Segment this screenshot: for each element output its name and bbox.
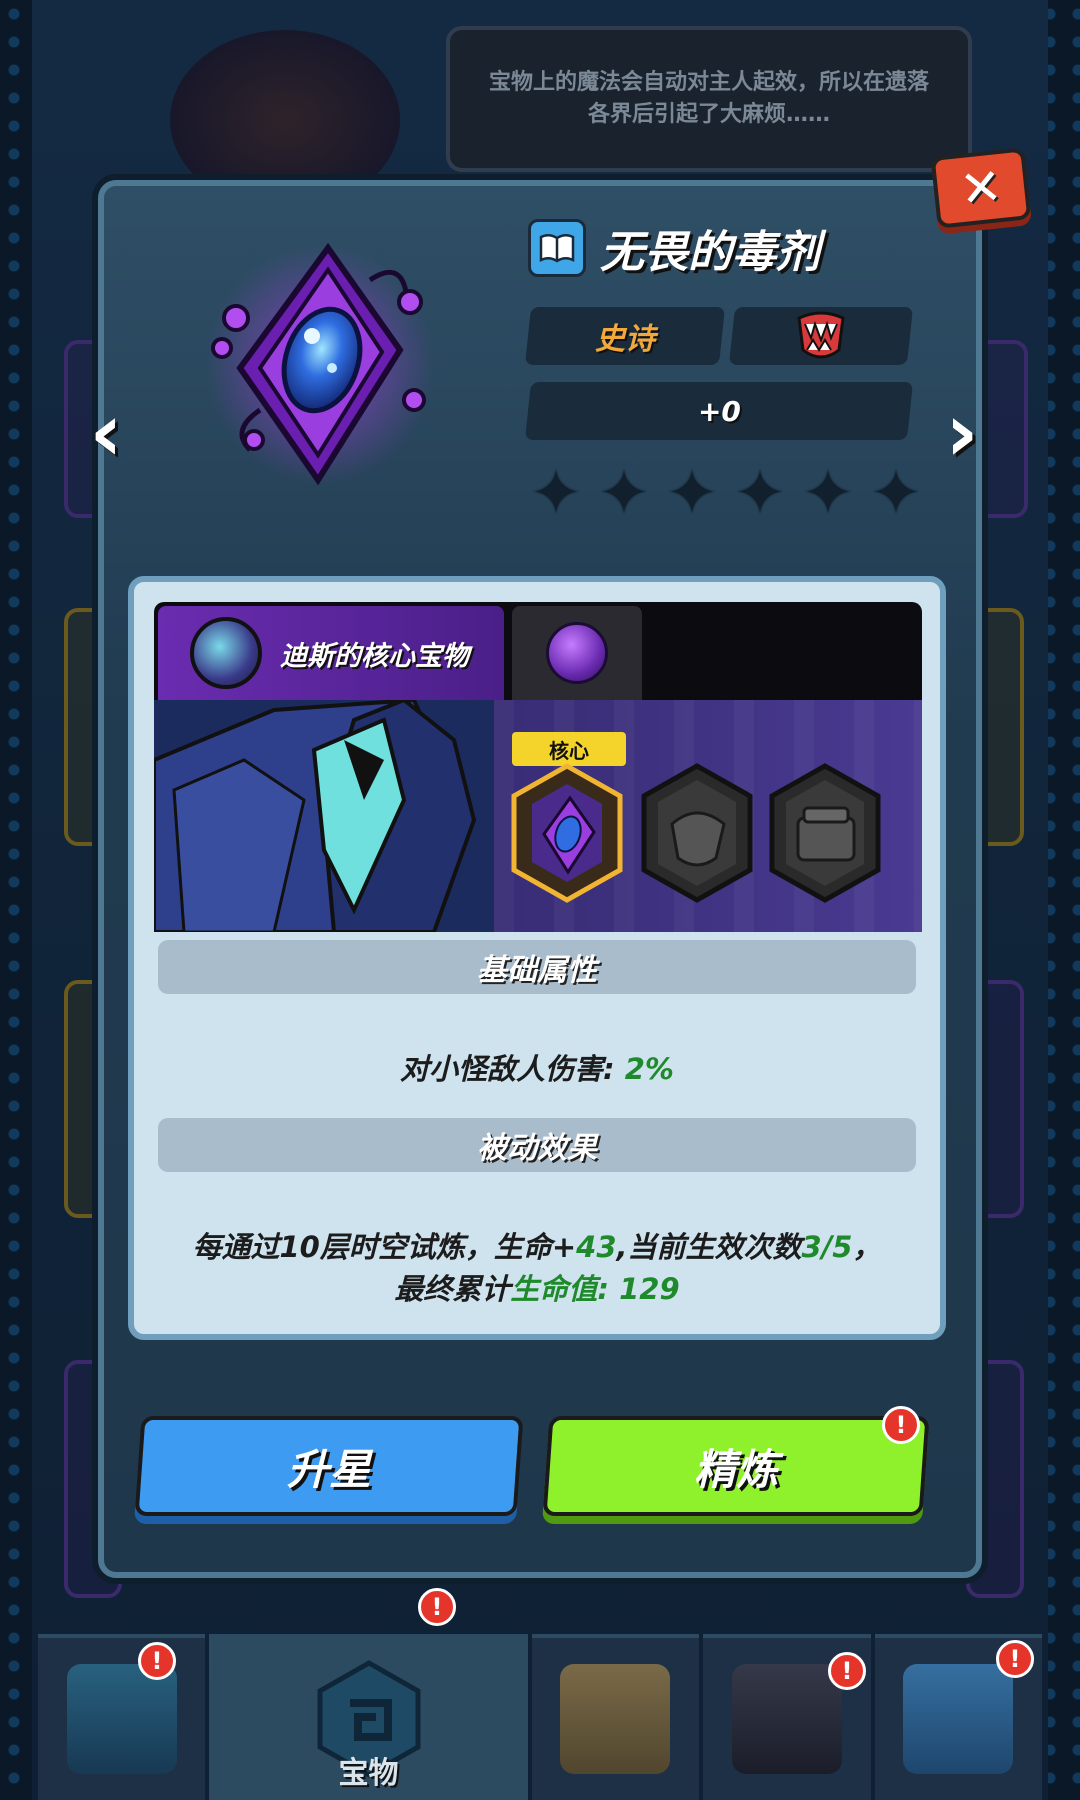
upgrade-star-label: 升星 [286, 1444, 371, 1494]
base-attributes-header: 基础属性 [158, 940, 916, 994]
passive-count: 3/5 [801, 1230, 853, 1264]
tip-bubble: 宝物上的魔法会自动对主人起效，所以在遗落各界后引起了大麻烦…… [446, 26, 972, 172]
nav-tab-map[interactable] [531, 1634, 700, 1800]
star-rating: ✦ ✦ ✦ ✦ ✦ ✦ [522, 462, 930, 524]
next-item-button[interactable]: › [936, 386, 988, 479]
upgrade-star-button[interactable]: 升星 [134, 1416, 524, 1516]
stat-label: 对小怪敌人伤害: [400, 1052, 625, 1086]
alert-icon: ! [996, 1640, 1034, 1678]
star-icon: ✦ [802, 456, 854, 529]
set-slot-core[interactable] [510, 762, 624, 904]
nav-label-treasure: 宝物 [338, 1756, 399, 1791]
set-tab-orb[interactable] [512, 606, 642, 700]
alert-icon: ! [418, 1588, 456, 1626]
star-icon: ✦ [666, 456, 718, 529]
star-icon: ✦ [530, 456, 582, 529]
enhance-level-badge: +0 [524, 382, 914, 440]
map-icon [560, 1664, 671, 1774]
passive-effect-header: 被动效果 [158, 1118, 916, 1172]
purple-orb-icon [546, 622, 608, 684]
passive-effect-line-1: 每通过10层时空试炼，生命+43,当前生效次数3/5， [158, 1224, 916, 1266]
refine-button[interactable]: 精炼 [542, 1416, 930, 1516]
alert-icon: ! [882, 1406, 920, 1444]
passive-text: ,当前生效次数 [616, 1230, 802, 1264]
set-slot-locked[interactable] [640, 762, 754, 904]
passive-text: 最终累计 [394, 1272, 511, 1306]
item-artwork [200, 240, 440, 490]
set-tab-label: 迪斯的核心宝物 [280, 640, 469, 672]
nav-tab-treasure[interactable]: 宝物 [209, 1634, 528, 1800]
rarity-badge: 史诗 [524, 307, 726, 365]
character-icon [731, 1664, 842, 1774]
previous-item-button[interactable]: ‹ [80, 386, 132, 479]
book-icon[interactable] [528, 219, 586, 277]
hero-avatar [190, 617, 262, 689]
set-tab-hero[interactable]: 迪斯的核心宝物 [158, 606, 504, 700]
passive-hp-bonus: 43 [576, 1230, 617, 1264]
tip-text: 宝物上的魔法会自动对主人起效，所以在遗落各界后引起了大麻烦…… [488, 70, 929, 127]
crystal-icon [66, 1664, 177, 1774]
chevron-left-icon: ‹ [89, 385, 123, 479]
set-slot-locked[interactable] [768, 762, 882, 904]
alert-icon: ! [828, 1652, 866, 1690]
fang-mouth-icon [797, 311, 845, 359]
core-badge: 核心 [512, 732, 626, 766]
star-icon: ✦ [598, 456, 650, 529]
item-type-badge [728, 307, 914, 365]
refine-label: 精炼 [693, 1444, 778, 1494]
stat-value: 2% [624, 1052, 674, 1086]
base-attribute-line: 对小怪敌人伤害: 2% [158, 1046, 916, 1088]
bottom-nav: 宝物 [36, 1634, 1044, 1800]
item-title-row: 无畏的毒剂 [528, 218, 820, 278]
nav-tab-heroes[interactable] [38, 1634, 206, 1800]
passive-text: ， [852, 1230, 882, 1264]
close-button[interactable]: ✕ [930, 147, 1032, 229]
passive-total-hp: 生命值: 129 [510, 1272, 680, 1306]
passive-effect-line-2: 最终累计生命值: 129 [158, 1266, 916, 1308]
rarity-label: 史诗 [595, 322, 655, 357]
chevron-right-icon: › [945, 385, 979, 479]
close-icon: ✕ [957, 156, 1005, 220]
star-icon: ✦ [870, 456, 922, 529]
star-icon: ✦ [734, 456, 786, 529]
shop-icon [903, 1664, 1014, 1774]
enhance-level: +0 [697, 394, 741, 428]
item-name: 无畏的毒剂 [600, 227, 820, 278]
alert-icon: ! [138, 1642, 176, 1680]
hero-portrait [154, 700, 494, 932]
passive-text: 每通过10层时空试炼，生命+ [192, 1230, 577, 1264]
